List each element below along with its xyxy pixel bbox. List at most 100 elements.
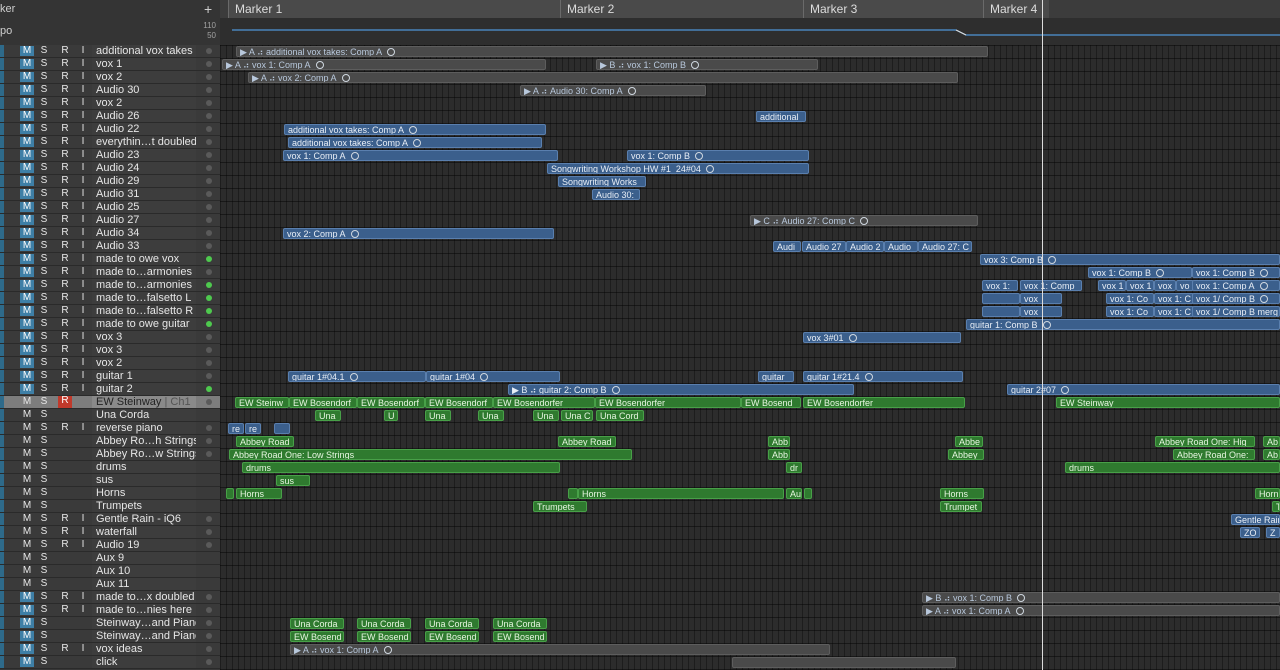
midi-region[interactable]: Abbey Road One: Low Strings xyxy=(229,449,632,460)
input-monitor-button[interactable]: I xyxy=(76,215,90,225)
audio-region[interactable]: additional vox takes: Comp A xyxy=(288,137,542,148)
midi-region[interactable]: Ab xyxy=(1263,436,1280,447)
solo-button[interactable]: S xyxy=(37,150,51,160)
track-name[interactable]: made to…falsetto L xyxy=(92,292,196,304)
record-enable-button[interactable]: R xyxy=(58,540,72,550)
comp-folder-region[interactable]: ▶ A ⠴ vox 1: Comp A xyxy=(922,605,1280,616)
track-header-row[interactable]: M S R Iwaterfall xyxy=(0,526,220,539)
record-enable-button[interactable]: R xyxy=(58,267,72,277)
input-monitor-button[interactable]: I xyxy=(76,124,90,134)
input-monitor-button[interactable]: I xyxy=(76,163,90,173)
track-header-row[interactable]: M S Aux 10 xyxy=(0,565,220,578)
record-enable-button[interactable]: R xyxy=(58,592,72,602)
comp-folder-region[interactable]: ▶ B ⠴ vox 1: Comp B xyxy=(596,59,818,70)
input-monitor-button[interactable]: I xyxy=(76,72,90,82)
record-enable-button[interactable]: R xyxy=(58,137,72,147)
midi-region[interactable]: drums xyxy=(242,462,560,473)
audio-region[interactable]: Songwriting Works xyxy=(558,176,646,187)
record-enable-button[interactable]: R xyxy=(58,396,72,408)
solo-button[interactable]: S xyxy=(37,111,51,121)
record-enable-button[interactable]: R xyxy=(58,124,72,134)
track-header-row[interactable]: M S R Iguitar 2 xyxy=(0,383,220,396)
midi-region[interactable]: EW Bosendorfer xyxy=(803,397,965,408)
track-name[interactable]: Abbey Ro…w Strings xyxy=(92,448,196,460)
solo-button[interactable]: S xyxy=(37,423,51,433)
track-header-row[interactable]: M S R I Audio 29 xyxy=(0,175,220,188)
mute-button[interactable]: M xyxy=(20,241,34,251)
midi-region[interactable]: Trumpet xyxy=(940,501,982,512)
audio-region[interactable]: vox 1: Comp B xyxy=(1088,267,1192,278)
midi-region[interactable] xyxy=(226,488,234,499)
input-monitor-button[interactable]: I xyxy=(76,423,90,433)
mute-button[interactable]: M xyxy=(20,605,34,615)
mute-button[interactable]: M xyxy=(20,449,34,459)
input-monitor-button[interactable]: I xyxy=(76,46,90,56)
midi-region[interactable]: Abbey Road xyxy=(558,436,616,447)
midi-region[interactable]: Horns xyxy=(578,488,784,499)
solo-button[interactable]: S xyxy=(37,371,51,381)
audio-region[interactable]: Z xyxy=(1266,527,1280,538)
track-name[interactable]: EW Steinway | Ch1 xyxy=(92,396,196,408)
mute-button[interactable]: M xyxy=(20,501,34,511)
mute-button[interactable]: M xyxy=(20,657,34,667)
audio-region[interactable]: vox 1: xyxy=(982,280,1018,291)
audio-region[interactable]: vox 1/ Comp B merg xyxy=(1192,306,1280,317)
audio-region[interactable]: vox 2: Comp A xyxy=(283,228,554,239)
marker-4[interactable]: Marker 4 xyxy=(983,0,1049,18)
record-enable-button[interactable]: R xyxy=(58,85,72,95)
mute-button[interactable]: M xyxy=(20,163,34,173)
audio-region[interactable]: re xyxy=(245,423,261,434)
midi-region[interactable]: EW Steinway xyxy=(1056,397,1280,408)
audio-region[interactable]: vox 1: C xyxy=(1154,293,1194,304)
track-name[interactable]: made to…falsetto R xyxy=(92,305,196,317)
midi-region[interactable]: EW Bosendorf xyxy=(425,397,493,408)
track-name[interactable]: Aux 9 xyxy=(92,552,196,564)
mute-button[interactable]: M xyxy=(20,202,34,212)
input-monitor-button[interactable]: I xyxy=(76,527,90,537)
midi-region[interactable]: EW Bosend xyxy=(425,631,479,642)
record-enable-button[interactable]: R xyxy=(58,423,72,433)
midi-region[interactable]: Horns xyxy=(940,488,984,499)
audio-region[interactable]: vox 1: C xyxy=(1154,306,1194,317)
add-track-button[interactable]: + xyxy=(204,1,212,17)
comp-folder-region[interactable]: ▶ B ⠴ vox 1: Comp B xyxy=(922,592,1280,603)
solo-button[interactable]: S xyxy=(37,319,51,329)
solo-button[interactable]: S xyxy=(37,579,51,589)
audio-region[interactable]: Audio 27 xyxy=(802,241,846,252)
solo-button[interactable]: S xyxy=(37,46,51,56)
track-header-row[interactable]: M S R Imade to…falsetto R xyxy=(0,305,220,318)
comp-folder-region[interactable]: ▶ A ⠴ additional vox takes: Comp A xyxy=(236,46,988,57)
audio-region[interactable]: vox 1: Comp B xyxy=(627,150,809,161)
midi-region[interactable]: drums xyxy=(1065,462,1280,473)
audio-region[interactable]: vox xyxy=(1020,293,1062,304)
input-monitor-button[interactable]: I xyxy=(76,540,90,550)
track-header-row[interactable]: M S R I Audio 30 xyxy=(0,84,220,97)
solo-button[interactable]: S xyxy=(37,358,51,368)
midi-region[interactable]: Una xyxy=(425,410,451,421)
mute-button[interactable]: M xyxy=(20,306,34,316)
record-enable-button[interactable]: R xyxy=(58,241,72,251)
mute-button[interactable]: M xyxy=(20,46,34,56)
mute-button[interactable]: M xyxy=(20,358,34,368)
record-enable-button[interactable]: R xyxy=(58,98,72,108)
track-name[interactable]: click xyxy=(92,656,196,668)
mute-button[interactable]: M xyxy=(20,436,34,446)
track-header-row[interactable]: M S R Iguitar 1 xyxy=(0,370,220,383)
track-header-row[interactable]: M S R Ivox 3 xyxy=(0,344,220,357)
track-header-row[interactable]: M S R Imade to…armonies xyxy=(0,266,220,279)
track-name[interactable]: made to…armonies xyxy=(92,266,196,278)
audio-region[interactable]: additional vox takes: Comp A xyxy=(284,124,546,135)
input-monitor-button[interactable]: I xyxy=(76,345,90,355)
input-monitor-button[interactable]: I xyxy=(76,111,90,121)
midi-region[interactable]: Una Corda xyxy=(357,618,411,629)
midi-region[interactable]: sus xyxy=(276,475,310,486)
solo-button[interactable]: S xyxy=(37,59,51,69)
solo-button[interactable]: S xyxy=(37,241,51,251)
track-name[interactable]: made to…armonies xyxy=(92,279,196,291)
track-header-row[interactable]: M S R Imade to…armonies xyxy=(0,279,220,292)
track-name[interactable]: additional vox takes xyxy=(92,45,196,57)
audio-region[interactable]: guitar 1: Comp B xyxy=(966,319,1280,330)
input-monitor-button[interactable]: I xyxy=(76,332,90,342)
midi-region[interactable]: EW Bosend xyxy=(290,631,344,642)
audio-region[interactable]: guitar 2#07 xyxy=(1007,384,1280,395)
